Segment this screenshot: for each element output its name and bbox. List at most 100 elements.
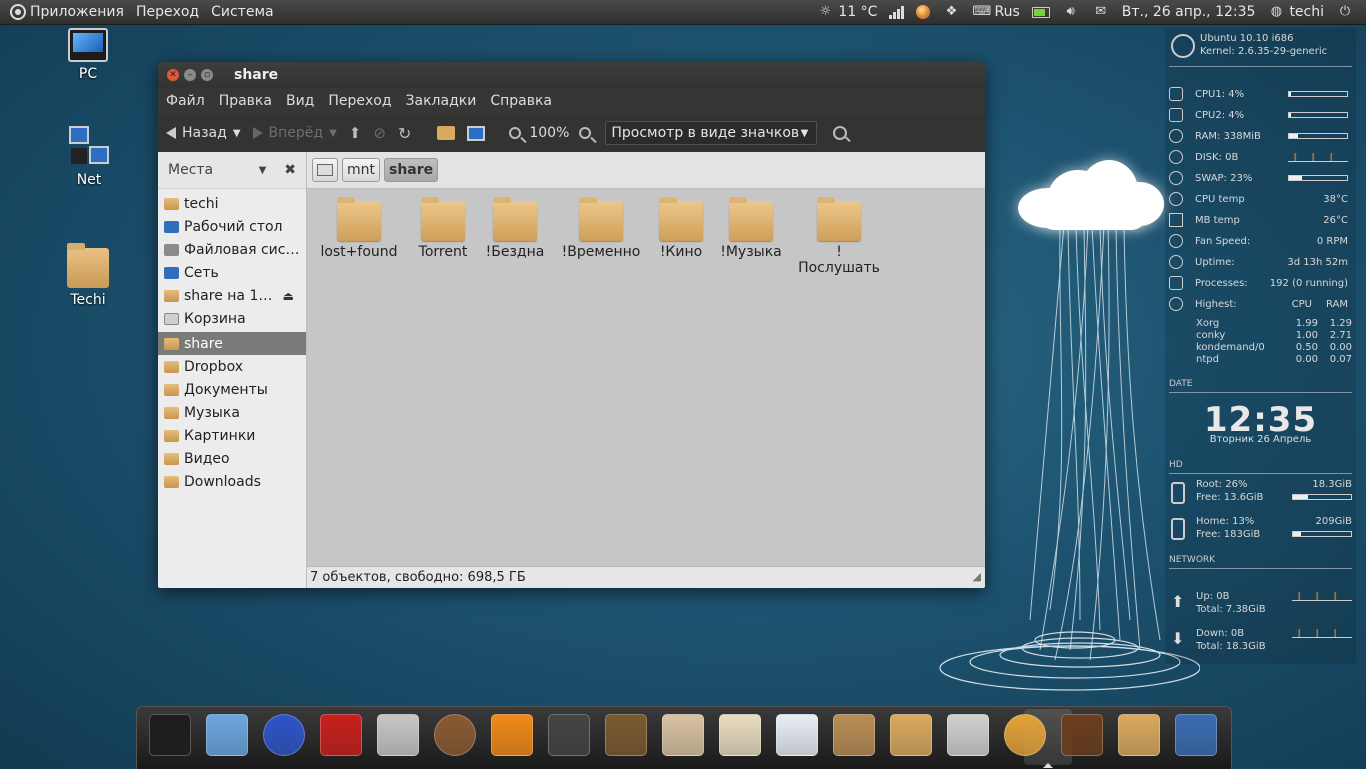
path-button-mnt[interactable]: mnt bbox=[342, 158, 380, 182]
path-bar: mnt share bbox=[307, 152, 985, 189]
pictures-folder-icon bbox=[164, 429, 179, 442]
zoom-in-button[interactable] bbox=[579, 127, 592, 139]
chevron-down-icon: ▼ bbox=[800, 127, 809, 139]
signal-icon bbox=[889, 5, 905, 19]
sidebar-item-network[interactable]: Сеть bbox=[158, 261, 306, 284]
menu-file[interactable]: Файл bbox=[160, 93, 213, 109]
file-item[interactable]: !Бездна bbox=[473, 197, 557, 260]
sidebar-title[interactable]: Места bbox=[168, 162, 213, 178]
menu-bookmarks[interactable]: Закладки bbox=[400, 93, 485, 109]
window-titlebar[interactable]: ✕ – ▫ share bbox=[158, 62, 985, 88]
reload-button[interactable]: ↻ bbox=[398, 124, 411, 143]
chevron-down-icon[interactable]: ▼ bbox=[329, 128, 337, 139]
chromium-icon[interactable] bbox=[206, 714, 248, 756]
sidebar-item-desktop[interactable]: Рабочий стол bbox=[158, 215, 306, 238]
sidebar-item-dropbox[interactable]: Dropbox bbox=[158, 355, 306, 378]
window-minimize-button[interactable]: – bbox=[184, 69, 196, 81]
resize-grip-icon[interactable]: ◢ bbox=[973, 566, 981, 588]
terminal-icon[interactable] bbox=[149, 714, 191, 756]
sidebar-item-share[interactable]: share bbox=[158, 332, 306, 355]
dropbox-indicator[interactable]: ❖ bbox=[936, 5, 966, 19]
window-close-button[interactable]: ✕ bbox=[167, 69, 179, 81]
window-maximize-button[interactable]: ▫ bbox=[201, 69, 213, 81]
up-button[interactable]: ⬆ bbox=[349, 124, 362, 142]
zoom-level[interactable]: 100% bbox=[529, 125, 569, 141]
close-sidebar-icon[interactable]: ✖ bbox=[284, 162, 296, 178]
file-item[interactable]: !Временно bbox=[555, 197, 647, 260]
filezilla-icon[interactable] bbox=[320, 714, 362, 756]
speaker-icon[interactable] bbox=[434, 714, 476, 756]
date-section-title: DATE bbox=[1169, 379, 1193, 389]
sidebar-item-downloads[interactable]: Downloads bbox=[158, 470, 306, 493]
sidebar-item-share-remote[interactable]: share на 1… ⏏ bbox=[158, 284, 306, 307]
network-indicator[interactable] bbox=[883, 5, 910, 19]
sidebar-item-filesystem[interactable]: Файловая сис… bbox=[158, 238, 306, 261]
messaging-indicator[interactable]: ✉ bbox=[1086, 5, 1116, 19]
folder-icon[interactable] bbox=[1118, 714, 1160, 756]
sidebar-item-music[interactable]: Музыка bbox=[158, 401, 306, 424]
forward-button[interactable]: Вперёд ▼ bbox=[252, 125, 337, 141]
path-root-button[interactable] bbox=[312, 158, 338, 182]
chevron-down-icon[interactable]: ▼ bbox=[259, 165, 267, 176]
sidebar-item-documents[interactable]: Документы bbox=[158, 378, 306, 401]
sidebar-item-pictures[interactable]: Картинки bbox=[158, 424, 306, 447]
menu-view[interactable]: Вид bbox=[280, 93, 322, 109]
chevron-down-icon[interactable]: ▼ bbox=[233, 128, 241, 139]
stop-button[interactable]: ⊘ bbox=[373, 124, 386, 142]
workspace-switcher-icon[interactable] bbox=[947, 714, 989, 756]
vlc-icon[interactable] bbox=[491, 714, 533, 756]
sidebar-item-trash[interactable]: Корзина bbox=[158, 307, 306, 330]
video-player-icon[interactable] bbox=[548, 714, 590, 756]
home-folder-icon[interactable] bbox=[890, 714, 932, 756]
file-item[interactable]: !Музыка bbox=[709, 197, 793, 260]
menu-edit[interactable]: Правка bbox=[213, 93, 280, 109]
desktop-monitor-icon[interactable] bbox=[1175, 714, 1217, 756]
file-item[interactable]: Torrent bbox=[403, 197, 483, 260]
forward-label: Вперёд bbox=[268, 125, 324, 141]
sidebar-item-techi[interactable]: techi bbox=[158, 192, 306, 215]
search-button[interactable] bbox=[833, 126, 848, 140]
weather-indicator[interactable]: ☼ 11 °C bbox=[810, 0, 883, 24]
user-indicator[interactable]: ◍ techi bbox=[1261, 0, 1330, 24]
computer-button[interactable] bbox=[467, 125, 486, 141]
desktop-icon-techi[interactable]: Techi bbox=[58, 243, 118, 308]
file-name: lost+found bbox=[320, 244, 398, 260]
zoom-out-button[interactable] bbox=[509, 127, 522, 139]
view-mode-select[interactable]: Просмотр в виде значков ▼ bbox=[605, 121, 818, 145]
mail-letter-icon[interactable] bbox=[719, 714, 761, 756]
status-indicator[interactable] bbox=[910, 5, 936, 19]
clock-indicator[interactable]: Вт., 26 апр., 12:35 bbox=[1116, 0, 1262, 24]
keyboard-layout-indicator[interactable]: ⌨ Rus bbox=[966, 0, 1025, 24]
volume-indicator[interactable]: 🔊︎ bbox=[1056, 5, 1086, 19]
battery-indicator[interactable] bbox=[1026, 6, 1056, 18]
sidebar-item-videos[interactable]: Видео bbox=[158, 447, 306, 470]
applications-menu[interactable]: Приложения bbox=[0, 0, 130, 24]
paint-icon[interactable] bbox=[662, 714, 704, 756]
desktop-icon-pc[interactable]: PC bbox=[58, 28, 118, 82]
up-arrow-icon: ⬆ bbox=[348, 124, 362, 142]
places-menu[interactable]: Переход bbox=[130, 0, 205, 24]
file-item[interactable]: ! Послушать bbox=[793, 197, 885, 276]
moose-mascot-icon[interactable] bbox=[1061, 714, 1103, 756]
menu-go[interactable]: Переход bbox=[322, 93, 399, 109]
session-menu[interactable]: ⏻ bbox=[1330, 5, 1366, 19]
swap-label: SWAP: 23% bbox=[1195, 172, 1253, 184]
path-button-share[interactable]: share bbox=[384, 158, 439, 182]
file-item[interactable]: !Кино bbox=[643, 197, 719, 260]
safari-compass-icon[interactable] bbox=[1004, 714, 1046, 756]
mona-lisa-image-viewer-icon[interactable] bbox=[605, 714, 647, 756]
file-name: !Музыка bbox=[720, 244, 782, 260]
cpu1-row: CPU1: 4% bbox=[1169, 86, 1352, 102]
eject-icon[interactable]: ⏏ bbox=[283, 289, 294, 303]
file-item[interactable]: lost+found bbox=[317, 197, 401, 260]
browser-globe-icon[interactable] bbox=[263, 714, 305, 756]
archive-box-icon[interactable] bbox=[833, 714, 875, 756]
back-button[interactable]: Назад ▼ bbox=[166, 125, 241, 141]
desktop-icon-net[interactable]: Net bbox=[59, 126, 119, 188]
chat-bubble-icon[interactable] bbox=[776, 714, 818, 756]
system-menu[interactable]: Система bbox=[205, 0, 279, 24]
menu-help[interactable]: Справка bbox=[484, 93, 560, 109]
folder-icon bbox=[164, 475, 179, 488]
home-button[interactable] bbox=[437, 126, 456, 140]
package-installer-icon[interactable] bbox=[377, 714, 419, 756]
